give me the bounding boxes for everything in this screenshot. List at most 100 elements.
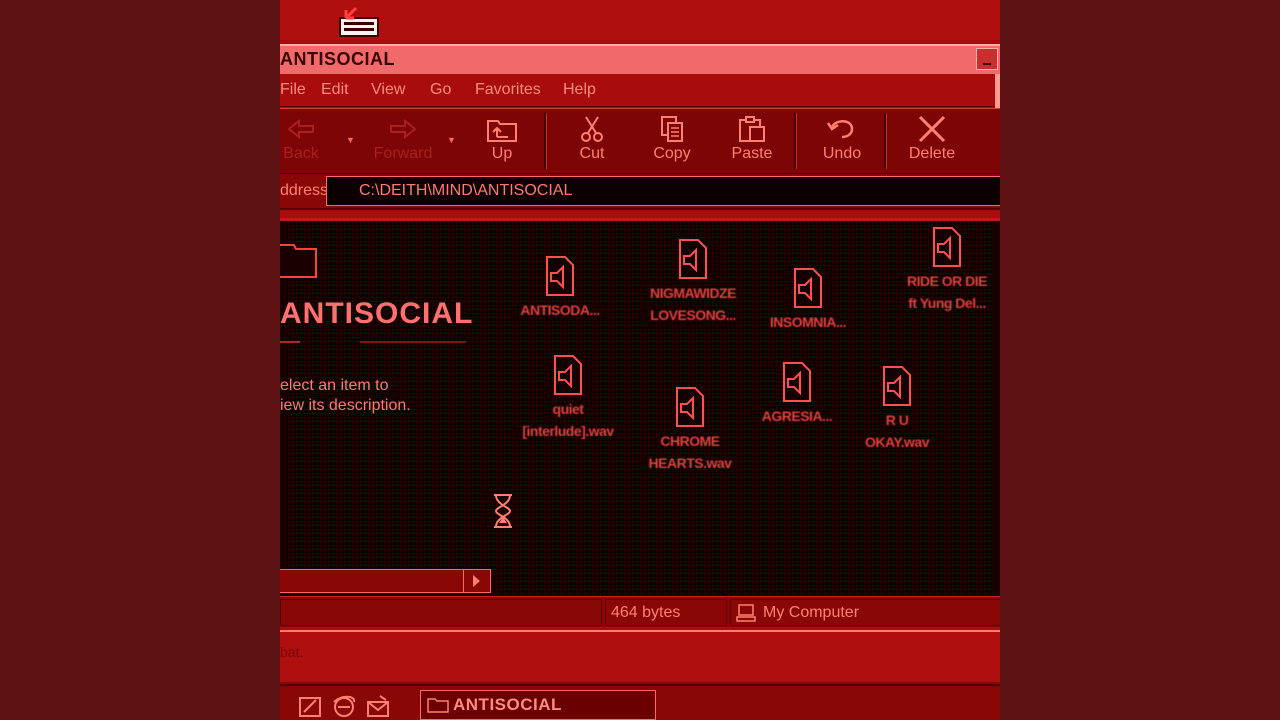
file-label: ft Yung Del... [908, 295, 986, 311]
file-item[interactable]: ANTISODA... [505, 255, 615, 323]
taskbar-window-label: ANTISOCIAL [453, 695, 562, 714]
audio-file-icon [554, 355, 582, 395]
back-button[interactable]: Back [280, 115, 336, 171]
taskbar: ANTISOCIAL [280, 684, 1000, 720]
explorer-window: ANTISOCIAL File Edit View Go Favorites H… [280, 40, 1000, 630]
delete-x-icon [918, 115, 946, 143]
scissors-icon [581, 116, 603, 142]
file-label: INSOMNIA... [769, 314, 847, 330]
toolbar-separator [794, 113, 797, 169]
back-dropdown-icon[interactable]: ▼ [346, 135, 355, 145]
folder-icon [427, 698, 449, 713]
menu-bar-edge [995, 74, 1000, 108]
file-label: AGRESIA... [761, 408, 833, 424]
file-item[interactable]: R U OKAY.wav [842, 365, 952, 451]
folder-view: ANTISOCIAL elect an item to iew its desc… [280, 218, 1000, 596]
paste-label: Paste [731, 145, 773, 162]
outbox-icon[interactable] [336, 6, 382, 38]
delete-button[interactable]: Delete [897, 115, 967, 171]
copy-label: Copy [653, 145, 691, 162]
folder-description: elect an item to iew its description. [280, 377, 411, 414]
desktop-shortcut-icon[interactable] [298, 694, 322, 718]
up-label: Up [491, 145, 513, 162]
file-label: LOVESONG... [650, 307, 736, 323]
status-cell [280, 599, 602, 626]
file-item[interactable]: AGRESIA... [742, 361, 852, 429]
desktop-top-strip [280, 0, 1000, 42]
title-underline [360, 341, 466, 343]
undo-button[interactable]: Undo [807, 115, 877, 171]
file-label: NIGMAWIDZE [650, 285, 737, 301]
file-label: HEARTS.wav [648, 455, 732, 471]
address-value: C:\DEITH\MIND\ANTISOCIAL [359, 182, 573, 199]
file-label: ANTISODA... [520, 302, 600, 318]
cut-button[interactable]: Cut [557, 115, 627, 171]
toolbar-separator [544, 113, 547, 169]
forward-label: Forward [373, 145, 433, 162]
up-button[interactable]: Up [467, 115, 537, 171]
toolbar-separator [884, 113, 887, 169]
forward-arrow-icon [390, 118, 417, 140]
file-label: quiet [552, 401, 584, 417]
forward-button[interactable]: Forward [368, 115, 438, 171]
file-label: RIDE OR DIE [906, 273, 988, 289]
window-title: ANTISOCIAL [280, 49, 395, 69]
menu-edit[interactable]: Edit [321, 81, 349, 99]
file-item[interactable]: INSOMNIA... [753, 267, 863, 335]
delete-label: Delete [908, 145, 956, 162]
horizontal-scrollbar[interactable] [280, 569, 491, 593]
title-bar[interactable]: ANTISOCIAL [280, 44, 1000, 74]
outlook-express-icon[interactable] [366, 694, 390, 718]
file-item[interactable]: RIDE OR DIE ft Yung Del... [892, 226, 1000, 312]
status-size: 464 bytes [611, 604, 681, 621]
desktop-caption: bat. [280, 644, 304, 660]
address-bar: ddress C:\DEITH\MIND\ANTISOCIAL [280, 174, 1000, 210]
audio-file-icon [679, 239, 707, 279]
folder-icon [280, 244, 317, 278]
address-label: ddress [280, 182, 329, 199]
folder-title: ANTISOCIAL [280, 297, 474, 330]
menu-help[interactable]: Help [563, 81, 596, 99]
status-location-cell: My Computer [730, 599, 1000, 626]
desktop-screen: ANTISOCIAL File Edit View Go Favorites H… [280, 0, 1000, 720]
menu-file[interactable]: File [280, 81, 306, 99]
copy-icon [661, 116, 683, 142]
undo-label: Undo [822, 145, 862, 162]
file-label: CHROME [660, 433, 720, 449]
audio-file-icon [883, 366, 911, 406]
file-item[interactable]: CHROME HEARTS.wav [635, 386, 745, 472]
paste-button[interactable]: Paste [717, 115, 787, 171]
file-item[interactable]: NIGMAWIDZE LOVESONG... [638, 238, 748, 324]
audio-file-icon [794, 268, 822, 308]
copy-button[interactable]: Copy [637, 115, 707, 171]
computer-icon [736, 604, 756, 622]
status-bar: 464 bytes My Computer [280, 596, 1000, 627]
scroll-right-button[interactable] [463, 569, 491, 593]
back-arrow-icon [287, 118, 314, 140]
toolbar: Back ▼ Forward ▼ Up Cut Copy Paste Undo … [280, 108, 1000, 174]
status-location: My Computer [763, 604, 860, 621]
desktop-area: bat. [280, 630, 1000, 682]
clipboard-icon [739, 116, 765, 142]
folder-up-icon [487, 120, 517, 142]
address-input[interactable]: C:\DEITH\MIND\ANTISOCIAL [326, 176, 1000, 206]
forward-dropdown-icon[interactable]: ▼ [447, 135, 456, 145]
file-label: OKAY.wav [865, 434, 929, 450]
audio-file-icon [546, 256, 574, 296]
menu-bar: File Edit View Go Favorites Help [280, 72, 995, 107]
file-item[interactable]: quiet [interlude].wav [513, 354, 623, 440]
audio-file-icon [783, 362, 811, 402]
file-label: [interlude].wav [522, 423, 614, 439]
file-label: R U [885, 412, 909, 428]
back-label: Back [283, 145, 319, 162]
cut-label: Cut [579, 145, 605, 162]
minimize-button[interactable] [976, 48, 998, 70]
internet-explorer-icon[interactable] [332, 694, 356, 718]
menu-view[interactable]: View [371, 81, 405, 99]
menu-favorites[interactable]: Favorites [475, 81, 541, 99]
hourglass-cursor-icon [494, 494, 512, 528]
taskbar-window-button[interactable]: ANTISOCIAL [420, 690, 656, 720]
menu-go[interactable]: Go [430, 81, 451, 99]
status-size-cell: 464 bytes [605, 599, 727, 626]
undo-icon [826, 120, 854, 139]
